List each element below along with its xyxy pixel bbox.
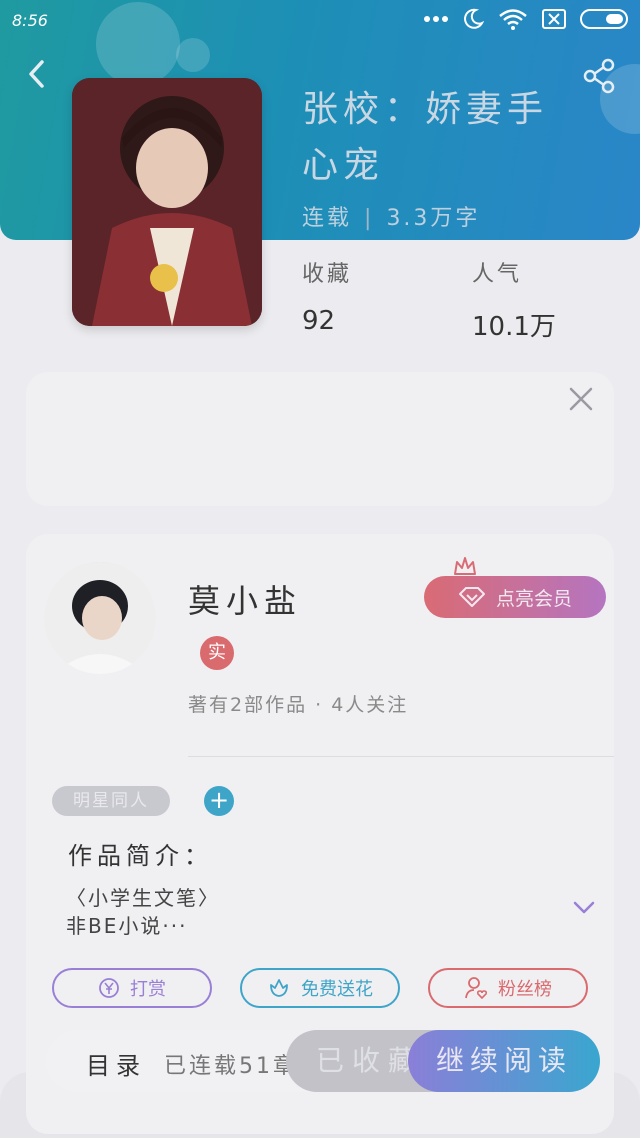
verified-badge: 实 <box>200 636 234 670</box>
continue-reading-button[interactable]: 继续阅读 <box>408 1030 600 1092</box>
avatar-image <box>44 562 156 674</box>
chevron-down-icon[interactable] <box>572 898 596 918</box>
book-status: 连载 <box>302 206 353 231</box>
author-avatar[interactable] <box>44 562 156 674</box>
meta-separator: | <box>364 206 375 231</box>
table-of-contents-button[interactable]: 目录 <box>86 1046 146 1081</box>
popularity-value: 10.1万 <box>472 312 556 342</box>
bottom-action-bar: 目录 已连载51章 已收藏 继续阅读 <box>46 1030 600 1092</box>
add-tag-button[interactable]: + <box>204 786 234 816</box>
crown-icon <box>454 557 476 575</box>
status-bar: 8:56 <box>0 0 640 44</box>
yen-coin-icon <box>99 978 119 998</box>
fans-ranking-button[interactable]: 粉丝榜 <box>428 968 588 1008</box>
author-works-summary: 著有2部作品 · 4人关注 <box>188 694 409 716</box>
free-flower-button[interactable]: 免费送花 <box>240 968 400 1008</box>
ad-banner <box>26 372 614 506</box>
battery-icon <box>580 9 628 29</box>
collect-stat: 收藏 92 <box>302 256 352 336</box>
intro-line: 非BE小说··· <box>66 914 188 938</box>
intro-title: 作品简介： <box>68 842 213 870</box>
popularity-stat: 人气 10.1万 <box>472 256 556 343</box>
collect-value: 92 <box>302 306 336 336</box>
status-time: 8:56 <box>12 11 48 30</box>
more-dots-icon <box>424 16 448 22</box>
vip-membership-button[interactable]: 点亮会员 <box>424 576 606 618</box>
divider <box>188 756 614 757</box>
reward-button[interactable]: 打赏 <box>52 968 212 1008</box>
book-word-count: 3.3万字 <box>386 206 481 231</box>
fans-ranking-label: 粉丝榜 <box>498 979 552 1000</box>
flower-icon <box>270 979 288 997</box>
intro-line: 〈小学生文笔〉 <box>66 886 220 910</box>
vip-label: 点亮会员 <box>495 587 572 610</box>
back-icon[interactable] <box>22 56 52 92</box>
share-icon[interactable] <box>582 58 616 94</box>
book-cover[interactable] <box>72 78 262 326</box>
reward-label: 打赏 <box>130 979 166 1000</box>
free-flower-label: 免费送花 <box>301 979 373 1000</box>
cover-portrait-image <box>72 78 262 326</box>
book-title: 张校：娇妻手心宠 <box>302 89 549 186</box>
moon-icon <box>464 8 484 29</box>
diamond-icon <box>458 587 485 607</box>
category-tag[interactable]: 明星同人 <box>52 786 170 816</box>
user-heart-icon <box>465 977 488 1000</box>
popularity-label: 人气 <box>472 262 523 287</box>
book-meta: 连载 | 3.3万字 <box>302 200 480 232</box>
chapter-count: 已连载51章 <box>164 1054 298 1079</box>
intro-text: 〈小学生文笔〉 非BE小说··· <box>66 884 220 940</box>
wifi-icon <box>499 9 527 30</box>
status-icons <box>424 8 630 30</box>
collect-label: 收藏 <box>302 262 353 287</box>
sim-off-icon <box>542 9 566 29</box>
author-name[interactable]: 莫小盐 <box>188 576 302 622</box>
close-icon[interactable] <box>568 386 594 412</box>
